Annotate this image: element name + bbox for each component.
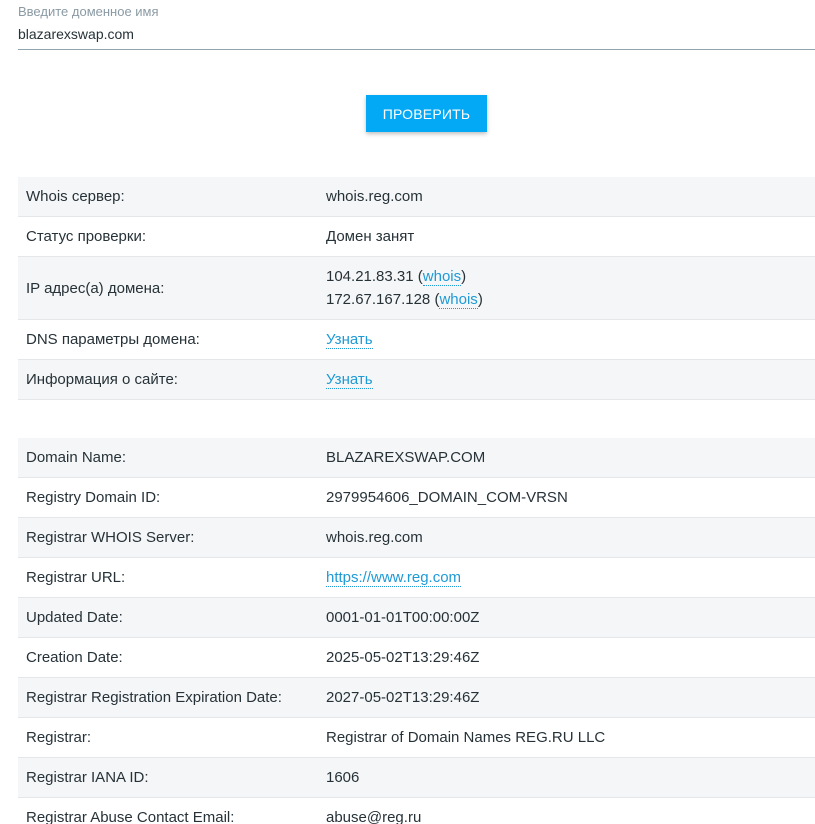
whois-key: Domain Name: xyxy=(18,438,318,478)
whois-value: 2979954606_DOMAIN_COM-VRSN xyxy=(318,477,815,518)
whois-key: Registrar Registration Expiration Date: xyxy=(18,677,318,718)
registrar-url-link[interactable]: https://www.reg.com xyxy=(326,569,462,587)
check-status-label: Статус проверки: xyxy=(18,216,318,257)
table-row: Информация о сайте: Узнать xyxy=(18,359,815,400)
table-row: Статус проверки: Домен занят xyxy=(18,216,815,257)
table-row: Registrar: Registrar of Domain Names REG… xyxy=(18,717,815,758)
domain-input[interactable] xyxy=(18,24,815,50)
site-info-label: Информация о сайте: xyxy=(18,359,318,400)
table-row: Registry Domain ID: 2979954606_DOMAIN_CO… xyxy=(18,477,815,518)
whois-value: whois.reg.com xyxy=(318,517,815,558)
whois-key: Registry Domain ID: xyxy=(18,477,318,518)
table-row: IP адрес(а) домена: 104.21.83.31 (whois)… xyxy=(18,256,815,320)
whois-key: Registrar WHOIS Server: xyxy=(18,517,318,558)
check-button[interactable]: ПРОВЕРИТЬ xyxy=(366,95,487,132)
whois-record-table: Domain Name: BLAZAREXSWAP.COM Registry D… xyxy=(18,438,815,824)
whois-server-value: whois.reg.com xyxy=(318,177,815,217)
table-row: Creation Date: 2025-05-02T13:29:46Z xyxy=(18,637,815,678)
whois-value: BLAZAREXSWAP.COM xyxy=(318,438,815,478)
whois-key: Registrar Abuse Contact Email: xyxy=(18,797,318,824)
table-row: Registrar Registration Expiration Date: … xyxy=(18,677,815,718)
check-status-table: Whois сервер: whois.reg.com Статус прове… xyxy=(18,177,815,400)
ip-addresses-label: IP адрес(а) домена: xyxy=(18,256,318,320)
ip-line: 172.67.167.128 (whois) xyxy=(326,291,483,309)
whois-value: 2025-05-02T13:29:46Z xyxy=(318,637,815,678)
whois-value: Registrar of Domain Names REG.RU LLC xyxy=(318,717,815,758)
table-row: Whois сервер: whois.reg.com xyxy=(18,177,815,217)
whois-key: Updated Date: xyxy=(18,597,318,638)
dns-params-link[interactable]: Узнать xyxy=(326,331,373,349)
ip-whois-link[interactable]: whois xyxy=(422,268,462,286)
whois-key: Registrar: xyxy=(18,717,318,758)
dns-params-label: DNS параметры домена: xyxy=(18,319,318,360)
table-row: DNS параметры домена: Узнать xyxy=(18,319,815,360)
whois-check-page: Введите доменное имя ПРОВЕРИТЬ Whois сер… xyxy=(0,0,815,824)
domain-field: Введите доменное имя xyxy=(18,0,815,50)
table-row: Registrar IANA ID: 1606 xyxy=(18,757,815,798)
check-status-value: Домен занят xyxy=(318,216,815,257)
ip-address: 104.21.83.31 xyxy=(326,268,414,285)
ip-line: 104.21.83.31 (whois) xyxy=(326,268,467,286)
table-row: Registrar WHOIS Server: whois.reg.com xyxy=(18,517,815,558)
whois-value: 1606 xyxy=(318,757,815,798)
ip-addresses-value: 104.21.83.31 (whois) 172.67.167.128 (who… xyxy=(318,256,815,320)
whois-key: Registrar URL: xyxy=(18,557,318,598)
table-row: Registrar Abuse Contact Email: abuse@reg… xyxy=(18,797,815,824)
table-row: Registrar URL: https://www.reg.com xyxy=(18,557,815,598)
ip-address: 172.67.167.128 xyxy=(326,291,431,308)
site-info-link[interactable]: Узнать xyxy=(326,371,373,389)
whois-key: Registrar IANA ID: xyxy=(18,757,318,798)
whois-value: 2027-05-02T13:29:46Z xyxy=(318,677,815,718)
whois-key: Creation Date: xyxy=(18,637,318,678)
table-row: Updated Date: 0001-01-01T00:00:00Z xyxy=(18,597,815,638)
whois-value: abuse@reg.ru xyxy=(318,797,815,824)
whois-server-label: Whois сервер: xyxy=(18,177,318,217)
table-row: Domain Name: BLAZAREXSWAP.COM xyxy=(18,438,815,478)
whois-value: 0001-01-01T00:00:00Z xyxy=(318,597,815,638)
ip-whois-link[interactable]: whois xyxy=(439,291,478,309)
domain-field-label: Введите доменное имя xyxy=(18,4,159,19)
